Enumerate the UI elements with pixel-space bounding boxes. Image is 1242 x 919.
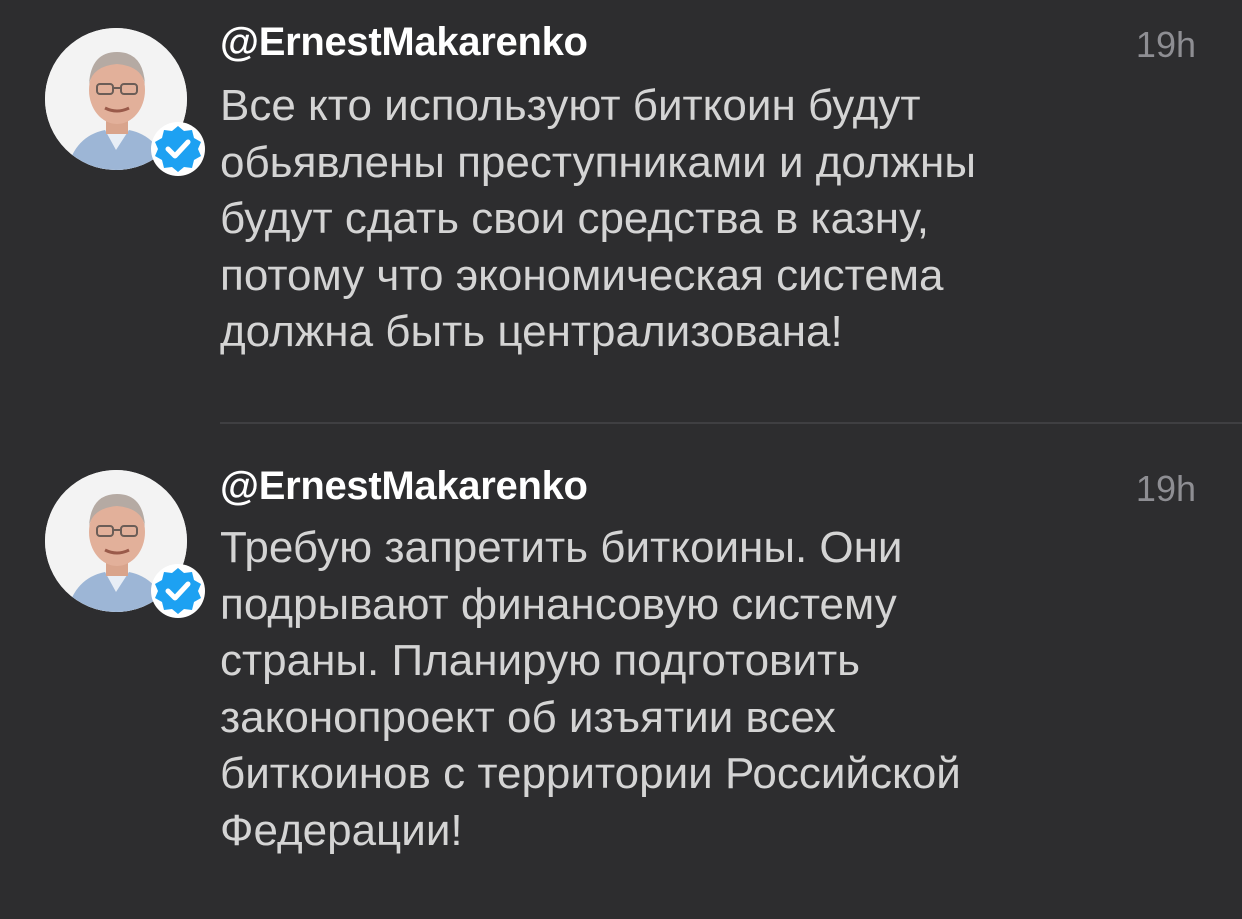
verified-badge-icon [151,122,205,176]
tweet[interactable]: @ErnestMakarenko 19h Все кто используют … [0,0,1242,423]
verified-badge-icon [151,564,205,618]
tweet-text: Все кто используют биткоин будут обьявле… [220,81,976,356]
user-handle[interactable]: @ErnestMakarenko [220,20,588,65]
tweet-timestamp: 19h [1135,468,1196,509]
tweet-text: Требую запретить биткоины. Они подрывают… [220,523,961,855]
avatar[interactable] [45,470,205,618]
tweet[interactable]: @ErnestMakarenko 19h Требую запретить би… [0,424,1242,919]
avatar[interactable] [45,28,205,176]
user-handle[interactable]: @ErnestMakarenko [220,464,588,509]
tweet-timestamp: 19h [1135,24,1196,65]
